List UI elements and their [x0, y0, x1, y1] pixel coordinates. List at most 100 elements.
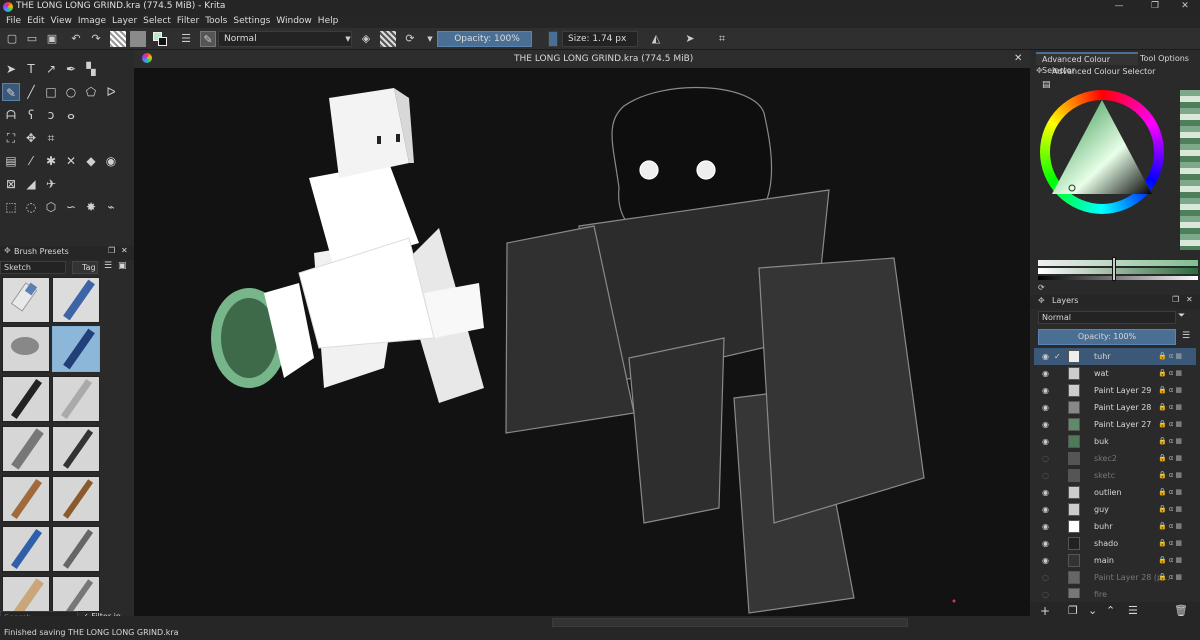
- eraser-mode-icon[interactable]: ◈: [358, 31, 374, 47]
- float-dock-icon[interactable]: ❐: [108, 246, 115, 255]
- crop-tool-icon[interactable]: ⌗: [42, 129, 60, 147]
- layer-lock-icons[interactable]: 🔒α▦: [1158, 552, 1184, 569]
- visibility-eye-icon[interactable]: ◉: [1042, 399, 1049, 416]
- brush-preset-fine-liner[interactable]: [52, 426, 100, 472]
- import-icon[interactable]: ▣: [118, 261, 127, 271]
- wrap-around-icon[interactable]: ➤: [682, 31, 698, 47]
- reset-colour-icon[interactable]: ⟳: [1038, 283, 1045, 292]
- brush-preset-grey-blender[interactable]: [2, 326, 50, 372]
- hidden-eye-icon[interactable]: ○: [1042, 467, 1049, 484]
- menu-edit[interactable]: Edit: [27, 14, 44, 28]
- freehand-brush-tool-icon[interactable]: ✎: [2, 83, 20, 101]
- visibility-eye-icon[interactable]: ◉: [1042, 518, 1049, 535]
- calligraphy-tool-icon[interactable]: ✒: [62, 60, 80, 78]
- layer-row[interactable]: ◉ buk 🔒α▦: [1034, 433, 1196, 450]
- brush-preset-eraser-soft[interactable]: [2, 277, 50, 323]
- hidden-eye-icon[interactable]: ○: [1042, 569, 1049, 586]
- new-document-icon[interactable]: ▢: [4, 31, 20, 47]
- layer-lock-icons[interactable]: 🔒α▦: [1158, 535, 1184, 552]
- layer-lock-icons[interactable]: 🔒α▦: [1158, 399, 1184, 416]
- rect-select-tool-icon[interactable]: ⬚: [2, 198, 20, 216]
- menu-settings[interactable]: Settings: [233, 14, 270, 28]
- brush-preset-ink-pen[interactable]: [2, 376, 50, 422]
- close-window-button[interactable]: ✕: [1170, 0, 1200, 14]
- close-dock-icon[interactable]: ✕: [1186, 295, 1193, 304]
- layer-lock-icons[interactable]: 🔒α▦: [1158, 348, 1184, 365]
- list-view-icon[interactable]: ☰: [104, 261, 112, 271]
- layer-row[interactable]: ◉ Paint Layer 28 🔒α▦: [1034, 399, 1196, 416]
- layer-lock-icons[interactable]: 🔒α▦: [1158, 382, 1184, 399]
- polygon-tool-icon[interactable]: ⬠: [82, 83, 100, 101]
- close-dock-icon[interactable]: ✕: [121, 246, 128, 255]
- flow-slider-handle[interactable]: [548, 31, 558, 47]
- layer-row[interactable]: ◉ shado 🔒α▦: [1034, 535, 1196, 552]
- tab-tool-options[interactable]: Tool Options: [1140, 54, 1189, 63]
- ellipse-select-tool-icon[interactable]: ◌: [22, 198, 40, 216]
- layer-row[interactable]: ○ Paint Layer 28 (p... 🔒α▦: [1034, 569, 1196, 586]
- color-picker-tool-icon[interactable]: ⁄: [22, 152, 40, 170]
- drawing-canvas[interactable]: [134, 68, 1030, 616]
- fill-pattern-icon[interactable]: [110, 31, 126, 47]
- menu-file[interactable]: File: [6, 14, 21, 28]
- layer-row[interactable]: ◉ main 🔒α▦: [1034, 552, 1196, 569]
- brush-preset-blue-pen-selected[interactable]: [52, 326, 100, 372]
- layer-row[interactable]: ◉ guy 🔒α▦: [1034, 501, 1196, 518]
- layer-lock-icons[interactable]: 🔒α▦: [1158, 467, 1184, 484]
- layer-lock-icons[interactable]: 🔒α▦: [1158, 450, 1184, 467]
- gradient-fill-tool-icon[interactable]: ▤: [2, 152, 20, 170]
- maximize-button[interactable]: ❐: [1140, 0, 1170, 14]
- colour-history-strip[interactable]: [1180, 90, 1200, 250]
- tab-advanced-colour-selector[interactable]: Advanced Colour Selector: [1036, 52, 1138, 75]
- polygon-select-tool-icon[interactable]: ⬡: [42, 198, 60, 216]
- dock-drag-icon[interactable]: ✥: [4, 246, 11, 255]
- multibrush-tool-icon[interactable]: ⴰ: [62, 106, 80, 124]
- brush-preset-charcoal[interactable]: [2, 576, 50, 612]
- fill-tool-icon[interactable]: ◆: [82, 152, 100, 170]
- open-document-icon[interactable]: ▭: [24, 31, 40, 47]
- brush-preset-silver-pen[interactable]: [52, 376, 100, 422]
- layer-lock-icons[interactable]: 🔒α▦: [1158, 484, 1184, 501]
- visibility-eye-icon[interactable]: ◉: [1042, 552, 1049, 569]
- layer-lock-icons[interactable]: 🔒α▦: [1158, 501, 1184, 518]
- menu-select[interactable]: Select: [143, 14, 171, 28]
- line-tool-icon[interactable]: ╱: [22, 83, 40, 101]
- measure-tool-icon[interactable]: ⊠: [2, 175, 20, 193]
- visibility-eye-icon[interactable]: ◉: [1042, 484, 1049, 501]
- mirror-horizontal-icon[interactable]: ◭: [648, 31, 664, 47]
- dock-drag-icon[interactable]: ✥: [1036, 66, 1043, 75]
- visibility-eye-icon[interactable]: ◉: [1042, 365, 1049, 382]
- horizontal-scrollbar[interactable]: [552, 618, 908, 627]
- visibility-eye-icon[interactable]: ◉: [1042, 433, 1049, 450]
- tag-select[interactable]: Sketch: [0, 261, 66, 274]
- move-tool-icon[interactable]: ✥: [22, 129, 40, 147]
- brush-preset-grey-marker[interactable]: [2, 426, 50, 472]
- visibility-eye-icon[interactable]: ◉: [1042, 416, 1049, 433]
- layer-lock-icons[interactable]: 🔒α▦: [1158, 518, 1184, 535]
- dock-drag-icon[interactable]: ✥: [1038, 296, 1045, 305]
- hidden-eye-icon[interactable]: ○: [1042, 586, 1049, 598]
- menu-help[interactable]: Help: [318, 14, 339, 28]
- layer-lock-icons[interactable]: 🔒α▦: [1158, 365, 1184, 382]
- layer-row[interactable]: ◉ ✓ tuhr 🔒α▦: [1034, 348, 1196, 365]
- layer-row[interactable]: ◉ outlien 🔒α▦: [1034, 484, 1196, 501]
- float-dock-icon[interactable]: ❐: [1172, 295, 1179, 304]
- hidden-eye-icon[interactable]: ○: [1042, 450, 1049, 467]
- transform-tool-icon[interactable]: ⛶: [2, 129, 20, 147]
- close-document-button[interactable]: ✕: [1014, 53, 1022, 64]
- document-tab[interactable]: THE LONG LONG GRIND.kra (774.5 MiB) ✕: [134, 50, 1030, 68]
- layer-opacity-slider[interactable]: Opacity: 100%: [1038, 329, 1176, 345]
- perspective-tool-icon[interactable]: ◢: [22, 175, 40, 193]
- layer-row[interactable]: ◉ wat 🔒α▦: [1034, 365, 1196, 382]
- menu-image[interactable]: Image: [78, 14, 106, 28]
- layer-row[interactable]: ○ fire: [1034, 586, 1196, 598]
- select-shapes-tool-icon[interactable]: ➤: [2, 60, 20, 78]
- brush-preset-blue-pencil[interactable]: [2, 526, 50, 572]
- text-tool-icon[interactable]: T: [22, 60, 40, 78]
- magic-wand-tool-icon[interactable]: ✸: [82, 198, 100, 216]
- brush-settings-icon[interactable]: ☰: [178, 31, 194, 47]
- layer-blend-mode-select[interactable]: Normal: [1038, 311, 1176, 324]
- colour-settings-icon[interactable]: ▤: [1042, 80, 1051, 90]
- minimize-button[interactable]: —: [1104, 0, 1134, 14]
- menu-tools[interactable]: Tools: [205, 14, 227, 28]
- brush-preset-grey-pencil[interactable]: [52, 526, 100, 572]
